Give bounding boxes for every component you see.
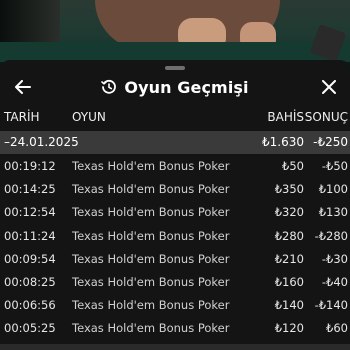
row-time: 00:05:25	[4, 321, 56, 336]
row-bet: ₺50	[282, 159, 304, 173]
history-list: 00:19:12 Texas Hold'em Bonus Poker ₺50 -…	[0, 154, 350, 340]
table-row[interactable]: 00:08:25 Texas Hold'em Bonus Poker ₺160 …	[0, 270, 350, 293]
row-time: 00:08:25	[4, 274, 56, 289]
history-clock-icon	[101, 79, 117, 94]
arrow-left-icon	[15, 80, 31, 94]
group-date: –24.01.2025	[4, 135, 79, 149]
row-time: 00:11:24	[4, 228, 56, 243]
row-bet: ₺140	[274, 298, 304, 313]
column-header-date: TARİH	[4, 110, 40, 124]
row-game: Texas Hold'em Bonus Poker	[72, 159, 230, 173]
game-history-panel: Oyun Geçmişi TARİH OYUN BAHİS SONUÇ –24.…	[0, 60, 350, 350]
row-game: Texas Hold'em Bonus Poker	[72, 228, 230, 243]
table-row[interactable]: 00:06:56 Texas Hold'em Bonus Poker ₺140 …	[0, 293, 350, 316]
row-time: 00:19:12	[4, 159, 56, 173]
column-header-bet: BAHİS	[267, 110, 304, 124]
row-bet: ₺320	[274, 205, 304, 220]
table-felt	[0, 42, 350, 62]
row-time: 00:09:54	[4, 251, 56, 266]
row-result: -₺280	[314, 228, 348, 243]
row-result: -₺50	[321, 159, 348, 173]
row-game: Texas Hold'em Bonus Poker	[72, 321, 230, 336]
row-result: -₺30	[321, 251, 348, 266]
live-video-background	[0, 0, 350, 62]
table-row[interactable]: 00:09:54 Texas Hold'em Bonus Poker ₺210 …	[0, 247, 350, 270]
row-result: ₺100	[318, 182, 348, 197]
row-time: 00:14:25	[4, 182, 56, 197]
row-game: Texas Hold'em Bonus Poker	[72, 205, 230, 220]
close-icon	[322, 80, 336, 94]
row-result: -₺40	[321, 274, 348, 289]
back-button[interactable]	[10, 74, 36, 100]
row-result: ₺60	[326, 321, 348, 336]
row-time: 00:12:54	[4, 205, 56, 220]
date-group-row[interactable]: –24.01.2025 ₺1.630 -₺250	[0, 131, 350, 154]
row-bet: ₺350	[274, 182, 304, 197]
table-row[interactable]: 00:19:12 Texas Hold'em Bonus Poker ₺50 -…	[0, 154, 350, 177]
row-game: Texas Hold'em Bonus Poker	[72, 251, 230, 266]
title-group: Oyun Geçmişi	[0, 72, 350, 102]
page-title: Oyun Geçmişi	[124, 77, 249, 97]
panel-header: Oyun Geçmişi	[0, 72, 350, 102]
row-game: Texas Hold'em Bonus Poker	[72, 274, 230, 289]
row-bet: ₺280	[274, 228, 304, 243]
row-bet: ₺210	[274, 251, 304, 266]
drag-handle[interactable]	[165, 66, 185, 70]
row-result: -₺140	[314, 298, 348, 313]
close-button[interactable]	[316, 74, 342, 100]
table-row[interactable]: 00:11:24 Texas Hold'em Bonus Poker ₺280 …	[0, 224, 350, 247]
bottom-divider	[0, 344, 350, 350]
column-header-result: SONUÇ	[304, 110, 348, 124]
row-bet: ₺160	[274, 274, 304, 289]
row-game: Texas Hold'em Bonus Poker	[72, 182, 230, 197]
table-header: TARİH OYUN BAHİS SONUÇ	[0, 110, 350, 128]
row-bet: ₺120	[274, 321, 304, 336]
table-row[interactable]: 00:05:25 Texas Hold'em Bonus Poker ₺120 …	[0, 316, 350, 339]
column-header-game: OYUN	[72, 110, 106, 124]
table-row[interactable]: 00:14:25 Texas Hold'em Bonus Poker ₺350 …	[0, 177, 350, 200]
group-bet-total: ₺1.630	[262, 135, 304, 149]
table-row[interactable]: 00:12:54 Texas Hold'em Bonus Poker ₺320 …	[0, 200, 350, 223]
row-game: Texas Hold'em Bonus Poker	[72, 298, 230, 313]
group-result-total: -₺250	[313, 135, 348, 149]
row-result: ₺130	[318, 205, 348, 220]
row-time: 00:06:56	[4, 298, 56, 313]
